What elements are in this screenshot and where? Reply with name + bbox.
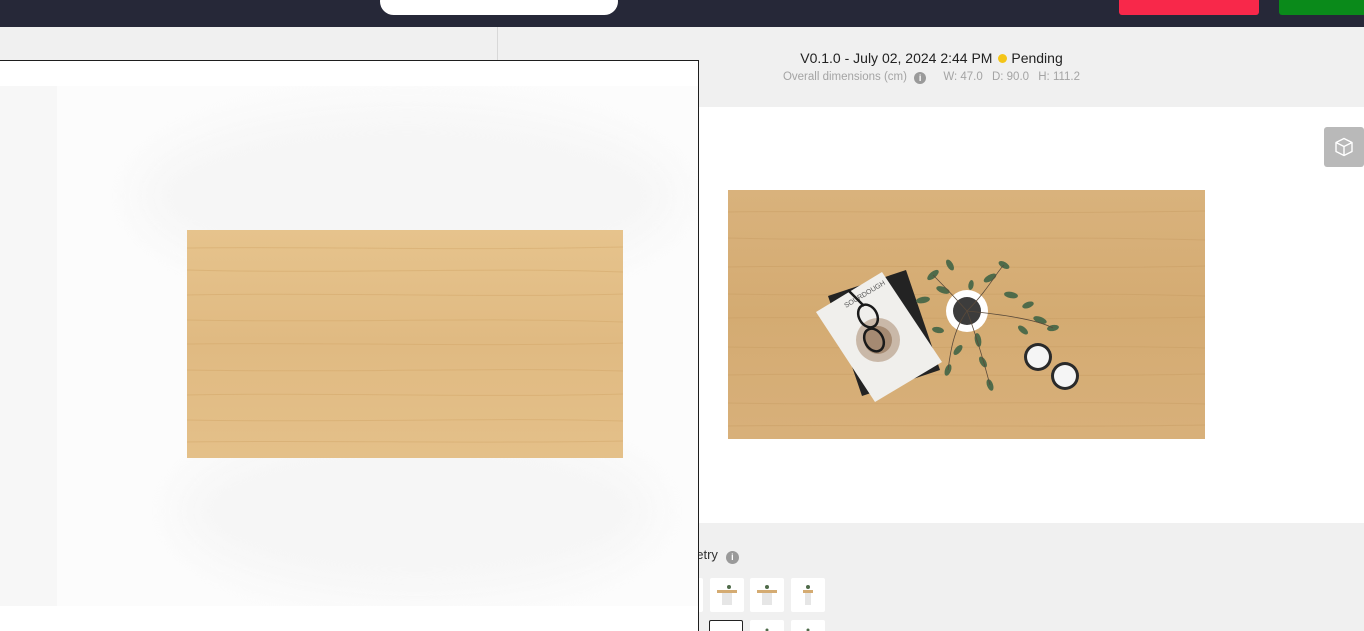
approve-button[interactable] xyxy=(1279,0,1364,15)
geometry-thumbnail[interactable] xyxy=(710,578,744,612)
preview-modal xyxy=(0,60,699,631)
geometry-thumbnail-selected[interactable] xyxy=(709,620,743,631)
tabletop-image xyxy=(187,230,623,458)
cube-icon[interactable] xyxy=(1324,127,1364,167)
geometry-thumbnail[interactable] xyxy=(750,620,784,631)
info-icon[interactable]: i xyxy=(725,550,739,564)
modal-viewport[interactable] xyxy=(57,86,698,606)
status-text: Pending xyxy=(1011,50,1063,66)
geometry-thumbnail[interactable] xyxy=(750,578,784,612)
modal-sidebar xyxy=(0,86,57,606)
width-value: W: 47.0 xyxy=(943,71,983,83)
version-text: V0.1.0 - July 02, 2024 2:44 PM xyxy=(800,50,993,66)
depth-value: D: 90.0 xyxy=(991,71,1030,83)
geometry-thumbnail[interactable] xyxy=(791,620,825,631)
geometry-thumbnail[interactable] xyxy=(791,578,825,612)
dimensions-label: Overall dimensions (cm) xyxy=(782,71,907,83)
height-value: H: 111.2 xyxy=(1038,71,1081,83)
info-icon[interactable]: i xyxy=(914,72,927,84)
status-dot xyxy=(998,54,1008,63)
top-search-pill[interactable] xyxy=(380,0,618,15)
reject-button[interactable] xyxy=(1119,0,1259,15)
table-top-render: SOURDOUGH xyxy=(728,190,1205,439)
top-bar xyxy=(0,0,1364,27)
